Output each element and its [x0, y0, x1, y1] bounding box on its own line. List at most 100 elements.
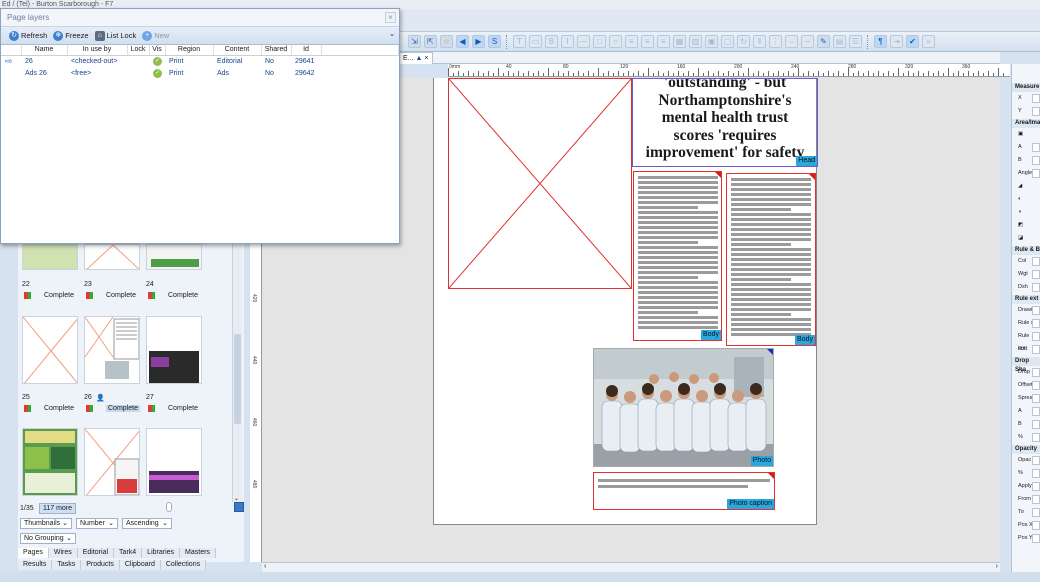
- props-row[interactable]: Dsh: [1012, 281, 1040, 294]
- table-row[interactable]: ⇨ 26 <checked-out> ✓ Print Editorial No …: [1, 55, 399, 67]
- props-field[interactable]: [1032, 332, 1040, 341]
- props-field[interactable]: [1032, 508, 1040, 517]
- props-field[interactable]: [1032, 381, 1040, 390]
- props-field[interactable]: [1032, 306, 1040, 315]
- props-field[interactable]: [1032, 143, 1040, 152]
- curve-icon[interactable]: ∼: [801, 35, 814, 48]
- props-row[interactable]: Col: [1012, 255, 1040, 268]
- props-row[interactable]: Opac: [1012, 454, 1040, 467]
- layer-lock[interactable]: [127, 67, 149, 79]
- horizontal-scrollbar[interactable]: ‹ ›: [262, 562, 1000, 572]
- props-row[interactable]: %: [1012, 431, 1040, 444]
- props-section-header[interactable]: Rule ext: [1012, 295, 1040, 304]
- props-field[interactable]: [1032, 107, 1040, 116]
- table-icon[interactable]: ▤: [833, 35, 846, 48]
- props-row[interactable]: Spread: [1012, 392, 1040, 405]
- props-row[interactable]: Angle: [1012, 167, 1040, 180]
- back-arrow-icon[interactable]: ◀: [456, 35, 469, 48]
- props-icon-row[interactable]: ◑: [1012, 206, 1040, 219]
- list-icon[interactable]: ☰: [849, 35, 862, 48]
- tab-editorial[interactable]: Editorial: [77, 548, 115, 558]
- refresh-button[interactable]: ↻ Refresh: [9, 30, 47, 41]
- props-row[interactable]: RX: [1012, 343, 1040, 356]
- indent-icon[interactable]: ⇥: [890, 35, 903, 48]
- scroll-down-icon[interactable]: ⌄: [234, 495, 239, 502]
- body-frame-2[interactable]: Body: [726, 173, 816, 346]
- list-lock-button[interactable]: ⌂ List Lock: [94, 30, 136, 41]
- props-row[interactable]: A: [1012, 141, 1040, 154]
- freeze-button[interactable]: ❄ Freeze: [53, 30, 89, 41]
- more-icon[interactable]: »: [922, 35, 935, 48]
- tab-products[interactable]: Products: [81, 560, 120, 570]
- page-thumbnail[interactable]: [84, 316, 140, 384]
- props-field[interactable]: [1032, 169, 1040, 178]
- props-row[interactable]: B: [1012, 418, 1040, 431]
- props-icon-row[interactable]: ◪: [1012, 232, 1040, 245]
- page-thumbnail[interactable]: [146, 428, 202, 496]
- italic-icon[interactable]: I: [561, 35, 574, 48]
- line-tool-icon[interactable]: —: [577, 35, 590, 48]
- tab-results[interactable]: Results: [18, 560, 53, 570]
- check-icon[interactable]: ✔: [906, 35, 919, 48]
- props-section-header[interactable]: Area/Ima: [1012, 119, 1040, 128]
- props-row[interactable]: Offset X: [1012, 379, 1040, 392]
- send-back-icon[interactable]: ▢: [721, 35, 734, 48]
- select-tool-icon[interactable]: ⇲: [408, 35, 421, 48]
- props-section-header[interactable]: Measure: [1012, 83, 1040, 92]
- props-row[interactable]: Wgt: [1012, 268, 1040, 281]
- staff-photo[interactable]: Photo: [593, 348, 774, 467]
- toolbar-overflow-icon[interactable]: ⌄: [389, 30, 395, 38]
- col-name[interactable]: Name: [21, 45, 68, 56]
- col-vis[interactable]: Vis: [149, 45, 166, 56]
- props-row[interactable]: Rule end: [1012, 330, 1040, 352]
- props-field[interactable]: [1032, 283, 1040, 292]
- tab-collections[interactable]: Collections: [160, 560, 207, 570]
- align-left-icon[interactable]: ≡: [625, 35, 638, 48]
- group-tool-icon[interactable]: ⇱: [424, 35, 437, 48]
- scroll-left-icon[interactable]: ‹: [264, 563, 266, 570]
- view-mode-select[interactable]: Thumbnails ⌄: [20, 518, 72, 529]
- props-field[interactable]: [1032, 534, 1040, 543]
- props-field[interactable]: [1032, 469, 1040, 478]
- props-row[interactable]: From: [1012, 493, 1040, 506]
- page-thumbnail[interactable]: [84, 428, 140, 496]
- paragraph-icon[interactable]: ¶: [874, 35, 887, 48]
- props-section-header[interactable]: Opacity: [1012, 445, 1040, 454]
- tab-tasks[interactable]: Tasks: [52, 560, 82, 570]
- col-id[interactable]: Id: [291, 45, 322, 56]
- ungroup-icon[interactable]: ▥: [689, 35, 702, 48]
- tab-close-icon[interactable]: ×: [424, 55, 428, 62]
- props-field[interactable]: [1032, 433, 1040, 442]
- props-row[interactable]: Drawing: [1012, 304, 1040, 317]
- rect-tool-icon[interactable]: □: [593, 35, 606, 48]
- page-thumbnail[interactable]: [22, 316, 78, 384]
- props-field[interactable]: [1032, 394, 1040, 403]
- props-row[interactable]: X: [1012, 92, 1040, 105]
- columns-icon[interactable]: ‖: [753, 35, 766, 48]
- newspaper-page[interactable]: 'outstanding' - but Northamptonshire's m…: [433, 78, 818, 525]
- props-row[interactable]: A: [1012, 405, 1040, 418]
- thumbnail-size-slider[interactable]: [166, 502, 172, 512]
- align-center-icon[interactable]: ≡: [641, 35, 654, 48]
- col-region[interactable]: Region: [165, 45, 214, 56]
- props-row[interactable]: Apply to: [1012, 480, 1040, 493]
- spacing-icon[interactable]: ⇔: [785, 35, 798, 48]
- close-icon[interactable]: ×: [385, 12, 396, 23]
- tab-pages[interactable]: Pages: [18, 548, 49, 558]
- new-layer-button[interactable]: + New: [142, 30, 169, 41]
- props-field[interactable]: [1032, 345, 1040, 354]
- bring-front-icon[interactable]: ▣: [705, 35, 718, 48]
- props-row[interactable]: Pos X: [1012, 519, 1040, 532]
- props-row[interactable]: %: [1012, 467, 1040, 480]
- image-placeholder-frame[interactable]: [448, 78, 632, 289]
- col-content[interactable]: Content: [213, 45, 262, 56]
- page-thumbnail[interactable]: [22, 428, 78, 496]
- tab-wires[interactable]: Wires: [48, 548, 78, 558]
- tab-libraries[interactable]: Libraries: [142, 548, 181, 558]
- visible-check-icon[interactable]: ✓: [149, 55, 165, 67]
- forward-arrow-icon[interactable]: ▶: [472, 35, 485, 48]
- tab-masters[interactable]: Masters: [180, 548, 216, 558]
- props-section-header[interactable]: Drop Sha: [1012, 357, 1040, 373]
- group-icon[interactable]: ▦: [673, 35, 686, 48]
- col-in-use-by[interactable]: In use by: [67, 45, 128, 56]
